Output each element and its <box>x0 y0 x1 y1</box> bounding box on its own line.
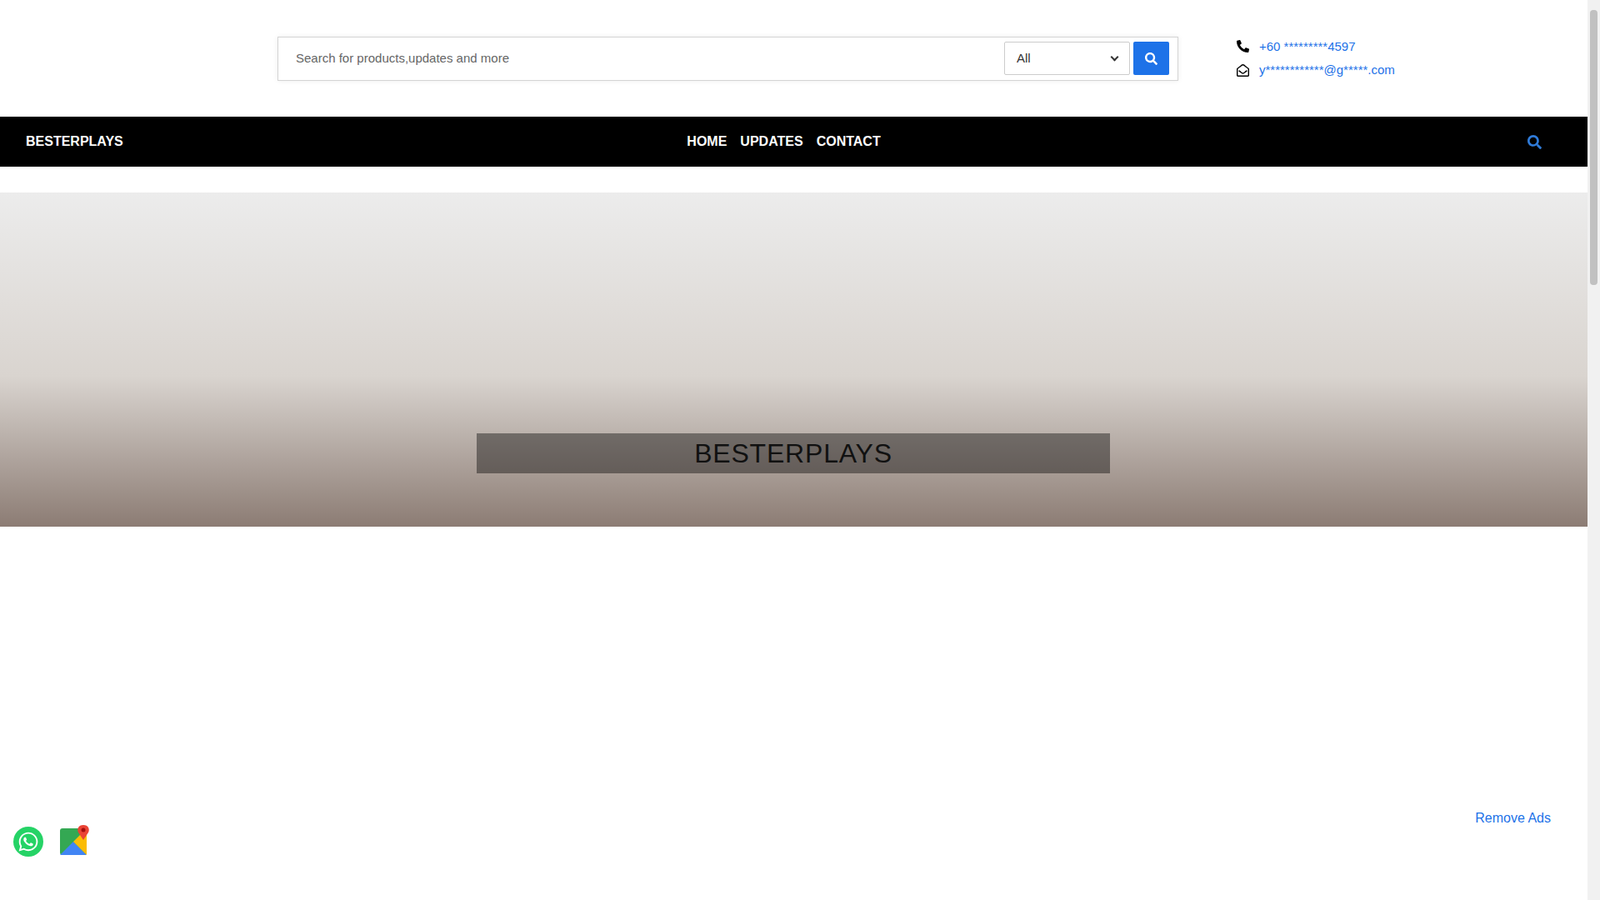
search-input[interactable] <box>295 49 1001 69</box>
nav-link[interactable]: HOME <box>686 131 727 152</box>
nav-link[interactable]: CONTACT <box>816 131 881 152</box>
maps-icon[interactable] <box>58 823 92 857</box>
top-header: All +60 *********4597 y************@g*****… <box>0 0 1588 117</box>
category-select[interactable]: All <box>1004 41 1130 75</box>
brand[interactable]: BESTERPLAYS <box>25 134 124 149</box>
hero-title: BESTERPLAYS <box>694 433 893 474</box>
search-icon <box>1145 52 1158 65</box>
scrollbar-thumb[interactable] <box>1590 10 1598 285</box>
hero: BESTERPLAYS <box>0 192 1588 527</box>
chevron-icon <box>1110 52 1120 61</box>
nav-links: HOME UPDATES CONTACT <box>686 131 880 152</box>
envelope-icon <box>1236 64 1250 77</box>
main: All +60 *********4597 y************@g*****… <box>0 0 1588 900</box>
contact-info: +60 *********4597 y************@g*****.co… <box>1236 37 1395 80</box>
whatsapp-icon <box>17 830 40 853</box>
search-bar: All <box>277 36 1179 81</box>
email-link[interactable]: y************@g*****.com <box>1259 60 1395 80</box>
nav-bar: BESTERPLAYS HOME UPDATES CONTACT <box>0 116 1588 167</box>
page: All +60 *********4597 y************@g*****… <box>0 0 1600 900</box>
scrollbar[interactable] <box>1587 0 1600 900</box>
footer-area: Remove Ads <box>0 526 1588 900</box>
search-button[interactable] <box>1133 41 1170 75</box>
phone-link[interactable]: +60 *********4597 <box>1259 37 1356 57</box>
nav-link[interactable]: UPDATES <box>740 131 803 152</box>
hero-title-band: BESTERPLAYS <box>476 433 1110 474</box>
whatsapp-button[interactable] <box>13 826 44 857</box>
search-icon[interactable] <box>1527 135 1542 150</box>
phone-icon <box>1236 40 1250 53</box>
remove-ads-link[interactable]: Remove Ads <box>1475 808 1551 829</box>
